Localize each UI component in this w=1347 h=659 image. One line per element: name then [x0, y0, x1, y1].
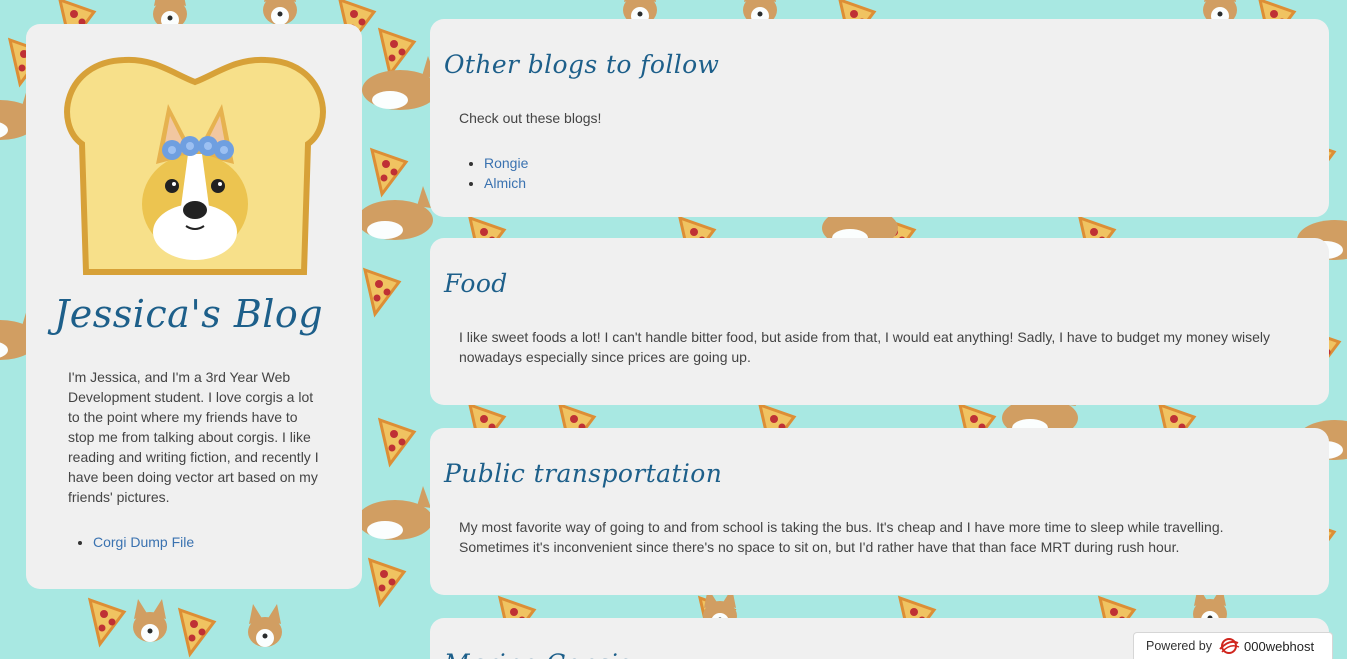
post-title: Public transportation — [444, 459, 723, 488]
000webhost-brand-label: 000webhost — [1244, 638, 1315, 654]
sidebar-card: Jessica's Blog I'm Jessica, and I'm a 3r… — [26, 24, 362, 589]
000webhost-logo-icon — [1219, 638, 1240, 654]
list-item: Corgi Dump File — [93, 532, 194, 552]
post-body: Check out these blogs! — [459, 110, 602, 126]
almich-blog-link[interactable]: Almich — [484, 175, 526, 191]
powered-by-label: Powered by — [1146, 639, 1213, 653]
post-body: My most favorite way of going to and fro… — [459, 519, 1224, 555]
sidebar-link-list: Corgi Dump File — [68, 532, 194, 552]
blog-link-list: Rongie Almich — [459, 153, 528, 193]
post-body: I like sweet foods a lot! I can't handle… — [459, 329, 1270, 365]
rongie-blog-link[interactable]: Rongie — [484, 155, 528, 171]
corgi-toast-logo — [64, 56, 326, 275]
post-card-other-blogs: Other blogs to follow Check out these bl… — [430, 19, 1329, 217]
post-title: Other blogs to follow — [444, 50, 720, 79]
post-card-food: Food I like sweet foods a lot! I can't h… — [430, 238, 1329, 405]
corgi-dump-file-link[interactable]: Corgi Dump File — [93, 534, 194, 550]
list-item: Rongie — [484, 153, 528, 173]
post-title: Food — [444, 269, 508, 298]
site-title: Jessica's Blog — [54, 292, 324, 336]
author-bio: I'm Jessica, and I'm a 3rd Year Web Deve… — [68, 369, 319, 505]
powered-by-badge[interactable]: Powered by 000webhost — [1133, 632, 1333, 659]
list-item: Almich — [484, 173, 528, 193]
post-title: Marine Corgis — [444, 649, 631, 659]
post-card-public-transportation: Public transportation My most favorite w… — [430, 428, 1329, 595]
